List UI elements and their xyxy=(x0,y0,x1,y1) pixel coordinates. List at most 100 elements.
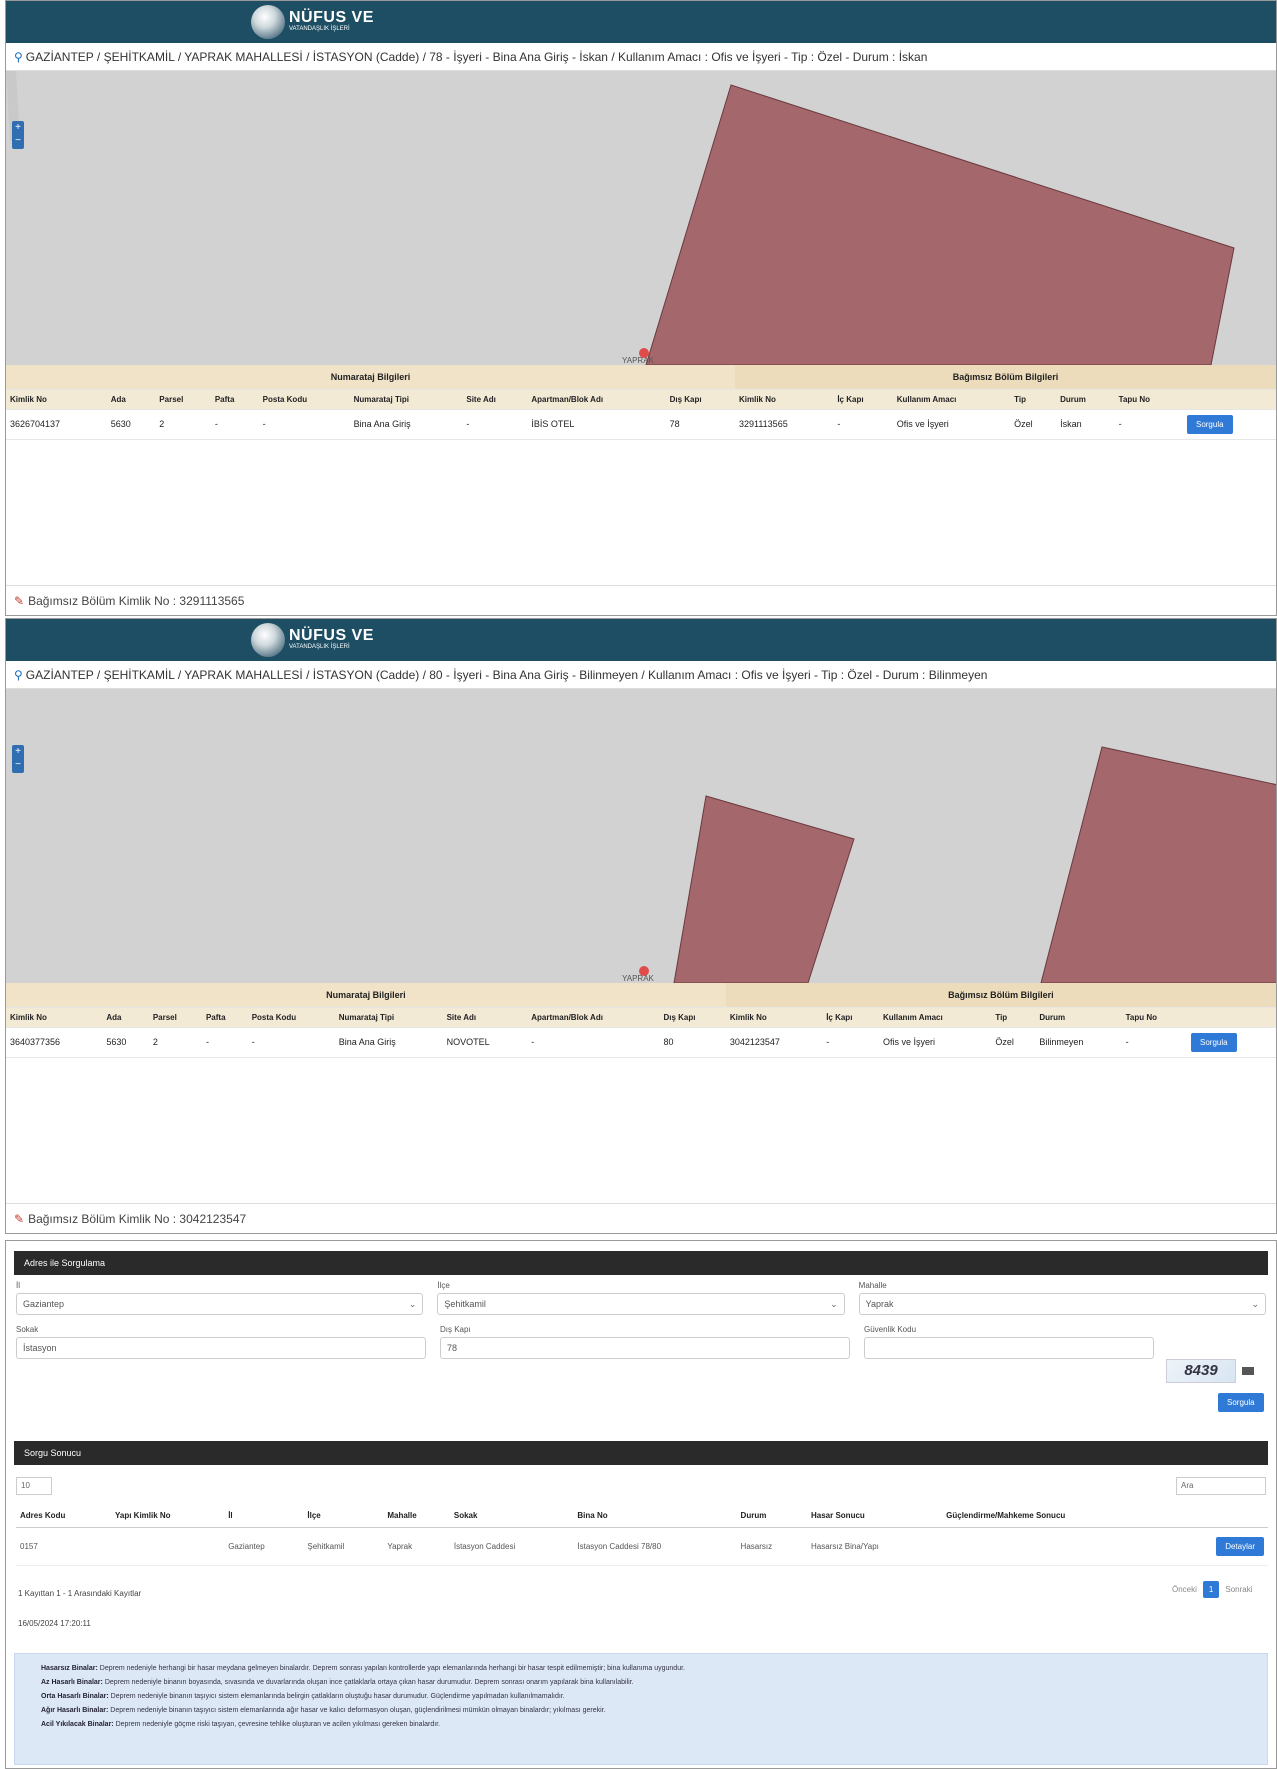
column-header[interactable]: Hasar Sonucu xyxy=(807,1505,943,1528)
door-number-input[interactable]: 78 xyxy=(440,1337,850,1359)
pagination: Önceki 1 Sonraki xyxy=(1166,1581,1258,1598)
column-header[interactable]: Sokak xyxy=(449,1505,574,1528)
column-header: Ada xyxy=(106,389,156,410)
building-parcel[interactable] xyxy=(1040,746,1276,983)
page-1-button[interactable]: 1 xyxy=(1202,1581,1220,1598)
table-cell: Özel xyxy=(1010,409,1057,440)
legend-term: Ağır Hasarlı Binalar: xyxy=(41,1707,109,1714)
zoom-in-icon[interactable]: + xyxy=(15,122,21,133)
action-cell: Detaylar xyxy=(1168,1527,1268,1566)
map-marker-label: YAPRAK xyxy=(622,356,655,365)
column-header: Apartman/Blok Adı xyxy=(527,389,666,410)
column-header: Kimlik No xyxy=(734,389,834,410)
column-header[interactable]: Yapı Kimlik No xyxy=(110,1505,225,1528)
column-header[interactable]: İl xyxy=(224,1505,304,1528)
zoom-out-icon[interactable]: − xyxy=(15,135,21,146)
refresh-icon[interactable] xyxy=(1242,1367,1254,1375)
filter-input[interactable]: Ara xyxy=(1176,1477,1266,1495)
legend-item: Orta Hasarlı Binalar: Deprem nedeniyle b… xyxy=(41,1690,1257,1704)
table-cell: - xyxy=(201,1027,248,1058)
address-text: GAZİANTEP / ŞEHİTKAMİL / YAPRAK MAHALLES… xyxy=(25,668,988,682)
table-cell: İskan xyxy=(1056,409,1115,440)
province-select[interactable]: Gaziantep ⌄ xyxy=(16,1293,424,1315)
table-cell: NOVOTEL xyxy=(442,1027,528,1058)
district-field[interactable]: İlçe Şehitkamil ⌄ xyxy=(437,1281,845,1315)
wrench-icon: ✎ xyxy=(14,594,25,608)
page-length-select[interactable]: 10 xyxy=(16,1477,52,1495)
zoom-out-icon[interactable]: − xyxy=(15,759,21,770)
panel-footer: ✎ Bağımsız Bölüm Kimlik No : 3291113565 xyxy=(6,585,1276,615)
column-header: Apartman/Blok Adı xyxy=(527,1007,660,1028)
column-header[interactable]: Durum xyxy=(736,1505,807,1528)
map-canvas[interactable]: YAPRAK xyxy=(6,689,1276,983)
map-view[interactable]: YAPRAK + − xyxy=(6,71,1276,365)
results-timestamp: 16/05/2024 17:20:11 xyxy=(18,1619,91,1628)
field-value: İstasyon xyxy=(23,1343,57,1353)
legend-term: Acil Yıkılacak Binalar: xyxy=(41,1721,114,1728)
table-cell: 80 xyxy=(659,1027,726,1058)
details-button[interactable]: Detaylar xyxy=(1216,1536,1264,1556)
record-table: Numarataj Bilgileri Bağımsız Bölüm Bilgi… xyxy=(6,983,1276,1058)
column-header: Pafta xyxy=(210,389,259,410)
table-row: 3626704137 5630 2- - Bina Ana Giriş - İBİS OTE… xyxy=(6,409,1276,440)
prev-page-button[interactable]: Önceki xyxy=(1166,1581,1203,1598)
building-parcel[interactable] xyxy=(645,84,1235,365)
record-panel-1: NÜFUS VE VATANDAŞLIK İŞLERİ ⚲ GAZİANTEP / … xyxy=(5,0,1277,616)
zoom-in-icon[interactable]: + xyxy=(15,746,21,757)
zoom-control[interactable]: + − xyxy=(12,121,24,149)
column-header[interactable]: İlçe xyxy=(303,1505,384,1528)
logo-subtitle: VATANDAŞLIK İŞLERİ xyxy=(289,26,350,32)
table-cell: 78 xyxy=(665,409,735,440)
record-panel-2: NÜFUS VE VATANDAŞLIK İŞLERİ ⚲ GAZİANTEP / … xyxy=(5,618,1277,1234)
column-header[interactable]: Bina No xyxy=(573,1505,737,1528)
panel-header: NÜFUS VE VATANDAŞLIK İŞLERİ xyxy=(6,619,1276,661)
table-cell: Bina Ana Giriş xyxy=(334,1027,443,1058)
sorgula-button[interactable]: Sorgula xyxy=(1191,1032,1237,1052)
address-text: GAZİANTEP / ŞEHİTKAMİL / YAPRAK MAHALLES… xyxy=(25,50,928,64)
search-button[interactable]: Sorgula xyxy=(1218,1393,1264,1412)
legend-term: Orta Hasarlı Binalar: xyxy=(41,1693,109,1700)
results-table: Adres Kodu Yapı Kimlik No İl İlçe Mahalle Sok… xyxy=(16,1505,1268,1566)
globe-icon xyxy=(251,623,285,657)
street-field[interactable]: Sokak İstasyon xyxy=(16,1325,426,1359)
column-header[interactable]: Adres Kodu xyxy=(16,1505,111,1528)
table-cell: İstasyon Caddesi 78/80 xyxy=(573,1527,737,1566)
district-select[interactable]: Şehitkamil ⌄ xyxy=(437,1293,845,1315)
zoom-control[interactable]: + − xyxy=(12,745,24,773)
chevron-down-icon: ⌄ xyxy=(408,1299,417,1309)
table-cell: 3291113565 xyxy=(734,409,834,440)
table-cell: 3640377356 xyxy=(6,1027,103,1058)
legend-text: Deprem nedeniyle binanın boyasında, sıva… xyxy=(104,1679,634,1686)
security-code-input[interactable] xyxy=(864,1337,1154,1359)
table-cell: - xyxy=(833,409,893,440)
field-label: Mahalle xyxy=(858,1281,887,1290)
results-info: 1 Kayıttan 1 - 1 Arasındaki Kayıtlar xyxy=(18,1589,142,1598)
column-header: Parsel xyxy=(155,389,211,410)
table-cell xyxy=(942,1527,1169,1566)
sorgula-button[interactable]: Sorgula xyxy=(1186,414,1233,434)
neighborhood-field[interactable]: Mahalle Yaprak ⌄ xyxy=(858,1281,1266,1315)
province-field[interactable]: İl Gaziantep ⌄ xyxy=(16,1281,424,1315)
table-cell: 2 xyxy=(148,1027,202,1058)
map-canvas[interactable]: YAPRAK xyxy=(6,71,1276,365)
table-tools: 10 Ara xyxy=(16,1477,1266,1497)
security-code-field[interactable]: Güvenlik Kodu xyxy=(864,1325,1154,1359)
results-title-bar: Sorgu Sonucu xyxy=(14,1441,1268,1465)
address-query-panel: Adres ile Sorgulama İl Gaziantep ⌄ İlçe Ş… xyxy=(5,1240,1277,1769)
door-number-field[interactable]: Dış Kapı 78 xyxy=(440,1325,850,1359)
neighborhood-select[interactable]: Yaprak ⌄ xyxy=(858,1293,1266,1315)
column-header[interactable]: Güçlendirme/Mahkeme Sonucu xyxy=(942,1505,1169,1528)
field-value: Yaprak xyxy=(865,1299,894,1309)
column-header[interactable]: Mahalle xyxy=(383,1505,450,1528)
street-input[interactable]: İstasyon xyxy=(16,1337,426,1359)
building-parcel[interactable] xyxy=(673,795,855,983)
column-header: Tapu No xyxy=(1121,1007,1187,1028)
action-column-header xyxy=(1182,389,1276,410)
field-value: 78 xyxy=(447,1343,458,1353)
next-page-button[interactable]: Sonraki xyxy=(1219,1581,1258,1598)
field-label: İl xyxy=(16,1281,20,1290)
map-view[interactable]: YAPRAK + − xyxy=(6,689,1276,983)
column-header: Parsel xyxy=(148,1007,202,1028)
logo-title: NÜFUS VE xyxy=(289,627,374,644)
action-cell: Sorgula xyxy=(1187,1027,1276,1058)
